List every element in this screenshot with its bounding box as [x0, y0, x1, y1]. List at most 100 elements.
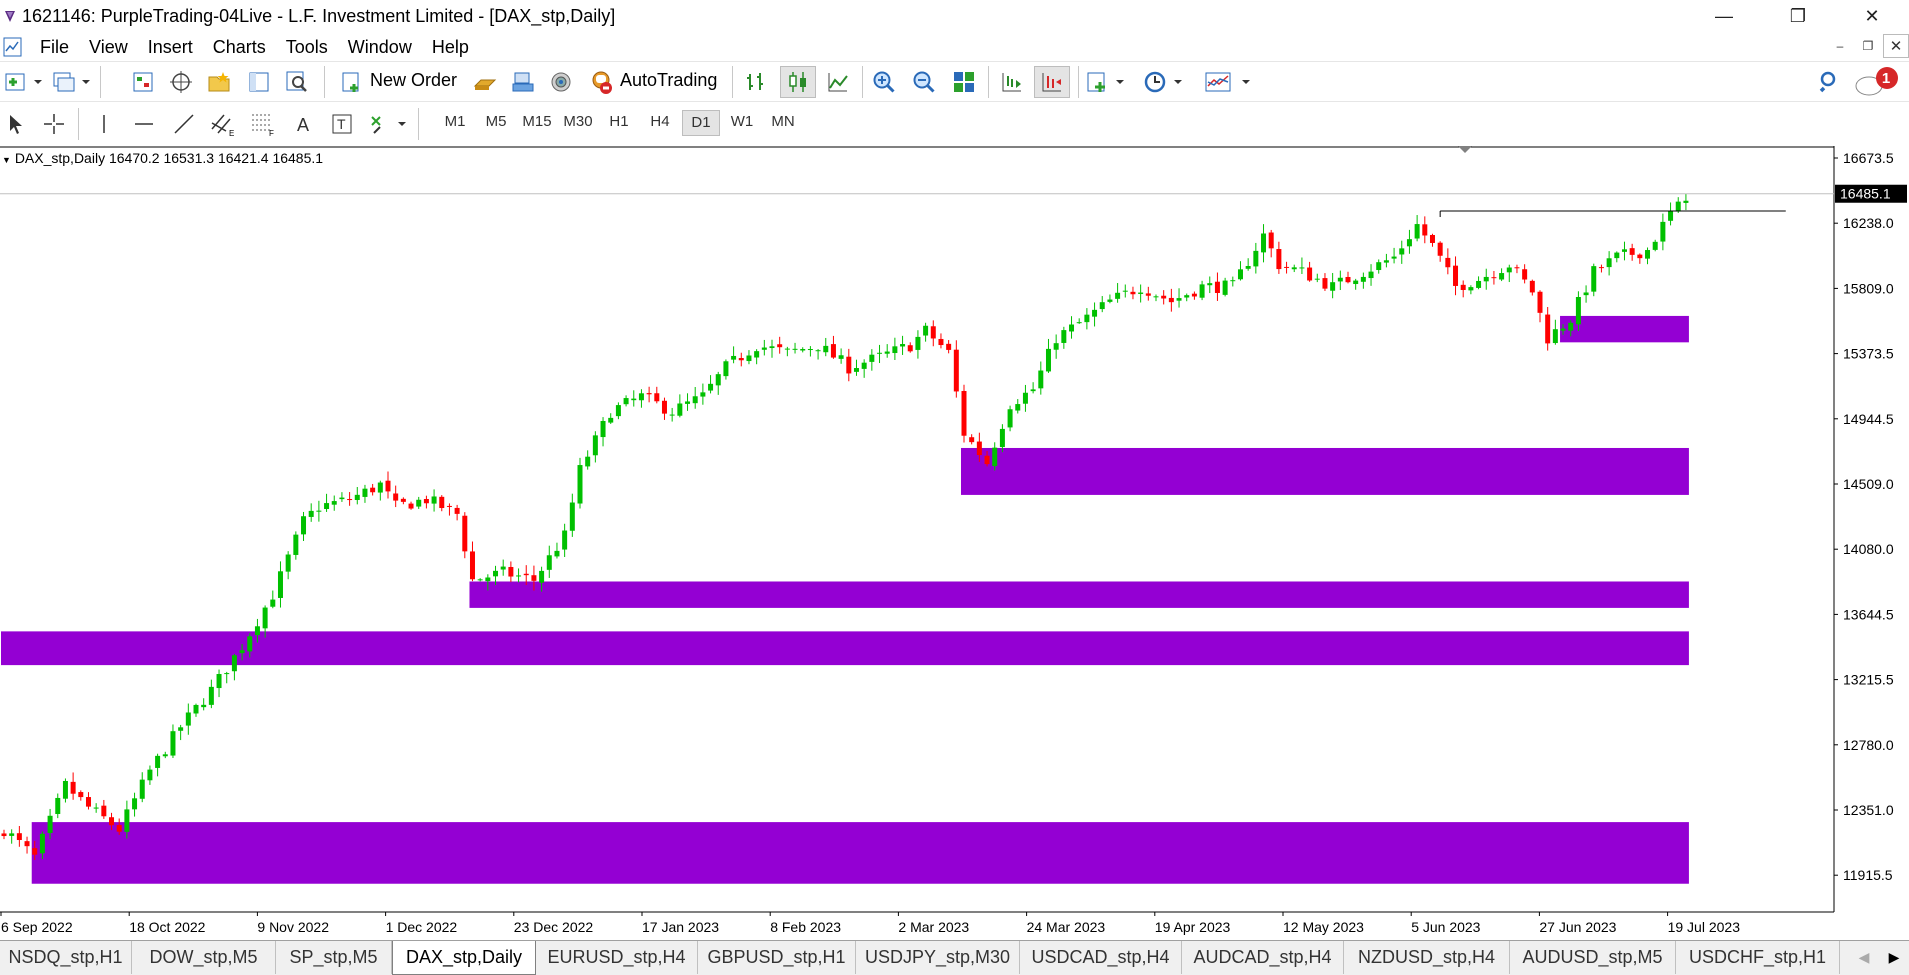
candle-body	[1460, 284, 1466, 291]
tab-audcad[interactable]: AUDCAD_stp,H4	[1182, 941, 1344, 974]
candle-body	[308, 510, 314, 517]
candle-body	[562, 530, 568, 550]
timeframe-m30[interactable]: M30	[559, 110, 597, 134]
line-chart-button[interactable]	[822, 68, 854, 96]
close-button[interactable]: ✕	[1835, 0, 1909, 32]
horizontal-line-tool[interactable]	[130, 110, 158, 138]
timeframe-h4[interactable]: H4	[641, 110, 679, 134]
chart-window[interactable]: 16673.5 16238.0 15809.0 15373.5 14944.5 14509…	[0, 146, 1909, 938]
tab-usdcad[interactable]: USDCAD_stp,H4	[1020, 941, 1182, 974]
chart-shift-button[interactable]	[996, 68, 1028, 96]
arrows-tool[interactable]	[366, 110, 410, 138]
trendline-tool[interactable]	[170, 110, 198, 138]
candle-body	[1560, 328, 1566, 331]
signals-button[interactable]	[508, 68, 538, 96]
new-order-button[interactable]: New Order	[338, 68, 460, 96]
candle-body	[1537, 291, 1543, 313]
timeframe-w1[interactable]: W1	[723, 110, 761, 134]
periods-button[interactable]	[1142, 68, 1186, 96]
menu-file[interactable]: File	[30, 33, 79, 61]
tab-usdjpy[interactable]: USDJPY_stp,M30	[856, 941, 1020, 974]
menu-help[interactable]: Help	[422, 33, 479, 61]
timeframe-m1[interactable]: M1	[436, 110, 474, 134]
candle-body	[1499, 273, 1505, 280]
autotrading-button[interactable]: AutoTrading	[586, 68, 726, 96]
tile-windows-button[interactable]	[948, 68, 980, 96]
candle-body	[316, 510, 322, 512]
candle-body	[454, 507, 460, 514]
navigator-button[interactable]	[204, 68, 234, 96]
equidistant-channel-tool[interactable]: E	[208, 110, 238, 138]
legend-toggle-icon[interactable]: ▼	[2, 155, 11, 165]
market-depth-button[interactable]	[470, 68, 500, 96]
tab-dow[interactable]: DOW_stp,M5	[132, 941, 276, 974]
chart-minimize-button[interactable]: –	[1827, 34, 1853, 58]
candle-body	[469, 551, 475, 580]
candle-body	[1222, 280, 1228, 295]
cursor-arrow-icon	[10, 115, 22, 134]
candle-body	[1069, 324, 1075, 332]
cursor-tool[interactable]	[2, 110, 30, 138]
text-tool[interactable]: A	[290, 110, 318, 138]
indicators-button[interactable]	[1084, 68, 1128, 96]
notifications-button[interactable]: 1	[1852, 66, 1902, 98]
menu-view[interactable]: View	[79, 33, 138, 61]
terminal-button[interactable]	[244, 68, 274, 96]
chart-restore-button[interactable]: ❐	[1855, 34, 1881, 58]
auto-scroll-button[interactable]	[1034, 66, 1070, 98]
timeframe-mn[interactable]: MN	[764, 110, 802, 134]
candle-body	[892, 346, 898, 354]
tab-scroll-right-button[interactable]: ▶	[1889, 949, 1900, 966]
menu-window[interactable]: Window	[338, 33, 422, 61]
candle-body	[477, 579, 483, 581]
fibonacci-tool[interactable]: F	[248, 110, 278, 138]
tab-usdchf[interactable]: USDCHF_stp,H1	[1676, 941, 1840, 974]
market-watch-button[interactable]	[128, 68, 158, 96]
profiles-button[interactable]	[50, 68, 94, 96]
vertical-line-tool[interactable]	[90, 110, 118, 138]
candle-body	[354, 494, 360, 500]
candle-body	[830, 344, 836, 358]
candlestick-chart-button[interactable]	[780, 66, 816, 98]
candle-body	[1145, 293, 1151, 296]
arrows-icon	[371, 116, 406, 134]
text-label-tool[interactable]: T	[328, 110, 356, 138]
tab-eurusd[interactable]: EURUSD_stp,H4	[536, 941, 698, 974]
zoom-in-button[interactable]	[868, 68, 900, 96]
menu-tools[interactable]: Tools	[276, 33, 338, 61]
tab-gbpusd[interactable]: GBPUSD_stp,H1	[698, 941, 856, 974]
candle-body	[677, 403, 683, 416]
new-chart-button[interactable]	[2, 68, 46, 96]
candle-body	[516, 575, 522, 577]
tab-sp[interactable]: SP_stp,M5	[276, 941, 392, 974]
data-window-button[interactable]	[166, 68, 196, 96]
tab-dax[interactable]: DAX_stp,Daily	[392, 941, 536, 975]
chart-close-button[interactable]: ✕	[1883, 34, 1909, 58]
menu-charts[interactable]: Charts	[203, 33, 276, 61]
minimize-button[interactable]: —	[1687, 0, 1761, 32]
timeframe-d1[interactable]: D1	[682, 110, 720, 136]
tab-scroll-left-button[interactable]: ◀	[1859, 949, 1870, 966]
templates-button[interactable]	[1202, 68, 1254, 96]
tab-nzdusd[interactable]: NZDUSD_stp,H4	[1344, 941, 1510, 974]
tab-nsdq[interactable]: NSDQ_stp,H1	[0, 941, 132, 974]
community-button[interactable]	[546, 68, 576, 96]
timeframe-m15[interactable]: M15	[518, 110, 556, 134]
crosshair-tool[interactable]	[40, 110, 68, 138]
toolbar-separator	[732, 66, 733, 98]
timeframe-h1[interactable]: H1	[600, 110, 638, 134]
bar-chart-button[interactable]	[740, 68, 772, 96]
candle-body	[1138, 292, 1144, 294]
date-tick-label: 18 Oct 2022	[129, 919, 205, 935]
menu-insert[interactable]: Insert	[138, 33, 203, 61]
tab-audusd[interactable]: AUDUSD_stp,M5	[1510, 941, 1676, 974]
date-tick-label: 6 Sep 2022	[1, 919, 73, 935]
search-button[interactable]	[1814, 68, 1846, 96]
candlestick-chart[interactable]: 16673.5 16238.0 15809.0 15373.5 14944.5 14509…	[0, 146, 1909, 938]
templates-icon	[1205, 72, 1250, 92]
chart-document-icon[interactable]	[2, 36, 24, 58]
maximize-button[interactable]: ❐	[1761, 0, 1835, 32]
strategy-tester-button[interactable]	[282, 68, 312, 96]
zoom-out-button[interactable]	[908, 68, 940, 96]
timeframe-m5[interactable]: M5	[477, 110, 515, 134]
